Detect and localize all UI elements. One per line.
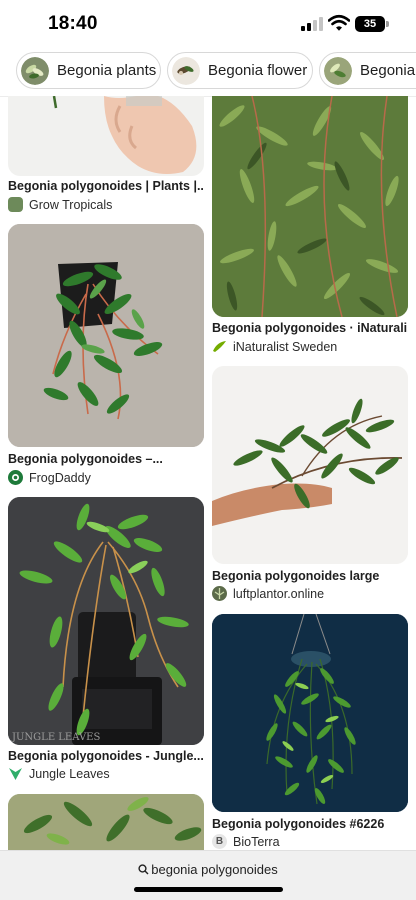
result-image[interactable] (212, 96, 408, 317)
search-query-text: begonia polygonoides (151, 862, 278, 877)
luftplantor-favicon-icon (212, 586, 227, 601)
result-title[interactable]: Begonia polygonoides · iNaturali... (212, 321, 408, 335)
result-source[interactable]: iNaturalist Sweden (212, 339, 337, 354)
result-source[interactable]: luftplantor.online (212, 586, 324, 601)
inaturalist-favicon-icon (213, 341, 226, 352)
search-icon (138, 864, 149, 875)
bioterra-favicon-icon: B (212, 834, 227, 849)
result-source[interactable]: B BioTerra (212, 834, 280, 849)
result-title[interactable]: Begonia polygonoides large (212, 569, 408, 583)
result-image[interactable] (8, 794, 204, 850)
search-query[interactable]: begonia polygonoides (0, 862, 416, 877)
bottom-search-bar[interactable]: begonia polygonoides (0, 850, 416, 900)
source-name: iNaturalist Sweden (233, 339, 338, 354)
source-name: luftplantor.online (233, 586, 325, 601)
result-image[interactable] (212, 614, 408, 812)
result-title[interactable]: Begonia polygonoides #6226 (212, 817, 408, 831)
source-name: BioTerra (233, 834, 280, 849)
home-indicator[interactable] (134, 887, 283, 892)
result-card-partial[interactable] (8, 794, 204, 850)
result-image[interactable] (212, 366, 408, 564)
